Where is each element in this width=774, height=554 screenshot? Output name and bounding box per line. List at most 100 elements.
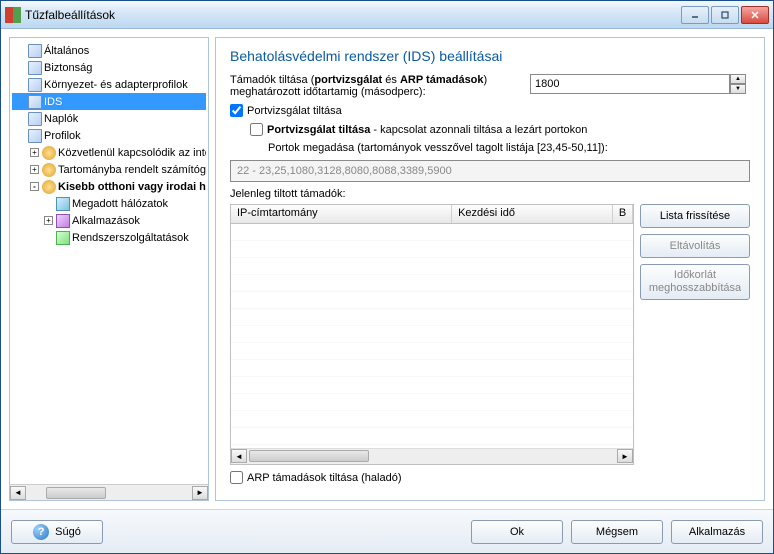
user-icon: [42, 180, 56, 194]
col-ip-range[interactable]: IP-címtartomány: [231, 205, 452, 223]
tree-item-label: Megadott hálózatok: [72, 198, 168, 210]
window-controls: [681, 6, 769, 24]
scroll-left-button[interactable]: ◄: [10, 486, 26, 500]
portscan-sub-block: Portvizsgálat tiltása - kapcsolat azonna…: [250, 123, 750, 154]
footer: ? Súgó Ok Mégsem Alkalmazás: [1, 509, 773, 553]
firewall-settings-window: Tűzfalbeállítások Általános Biztonság Körn…: [0, 0, 774, 554]
minimize-button[interactable]: [681, 6, 709, 24]
tree-expander[interactable]: +: [44, 216, 53, 225]
tree-item-label: Általános: [44, 45, 89, 57]
tree-item[interactable]: Megadott hálózatok: [12, 195, 206, 212]
tree-item-label: Profilok: [44, 130, 81, 142]
table-scroll-thumb[interactable]: [249, 450, 369, 462]
spin-up-button[interactable]: ▲: [730, 74, 746, 84]
apply-button[interactable]: Alkalmazás: [671, 520, 763, 544]
main-panel: Behatolásvédelmi rendszer (IDS) beállítá…: [215, 37, 765, 501]
ports-input[interactable]: [230, 160, 750, 182]
table-area: IP-címtartomány Kezdési idő B ◄ ►: [230, 204, 750, 465]
tree-item[interactable]: Profilok: [12, 127, 206, 144]
arp-block-label[interactable]: ARP támadások tiltása (haladó): [247, 472, 402, 484]
tree-item-label: Környezet- és adapterprofilok: [44, 79, 188, 91]
tree-item-label: Közvetlenül kapcsolódik az internethez: [58, 147, 206, 159]
scroll-track[interactable]: [26, 486, 192, 500]
titlebar[interactable]: Tűzfalbeállítások: [1, 1, 773, 29]
timeout-input[interactable]: [530, 74, 730, 94]
app-icon: [5, 7, 21, 23]
tree-item-label: Biztonság: [44, 62, 92, 74]
doc-icon: [28, 78, 42, 92]
maximize-button[interactable]: [711, 6, 739, 24]
blocked-table: IP-címtartomány Kezdési idő B ◄ ►: [230, 204, 634, 465]
help-button[interactable]: ? Súgó: [11, 520, 103, 544]
tree-item-label: Rendszerszolgáltatások: [72, 232, 189, 244]
doc-icon: [28, 61, 42, 75]
table-scroll-track[interactable]: [247, 449, 617, 464]
tree-expander[interactable]: +: [30, 148, 39, 157]
tree-item[interactable]: Biztonság: [12, 59, 206, 76]
refresh-list-button[interactable]: Lista frissítése: [640, 204, 750, 228]
timeout-spinner: ▲ ▼: [530, 74, 750, 94]
tree-item[interactable]: + Közvetlenül kapcsolódik az internethez: [12, 144, 206, 161]
doc-icon: [28, 44, 42, 58]
arp-block-checkbox[interactable]: [230, 471, 243, 484]
tree-item[interactable]: + Tartományba rendelt számítógép: [12, 161, 206, 178]
table-rows: [231, 224, 633, 448]
table-scroll-left[interactable]: ◄: [231, 449, 247, 463]
sidebar-hscrollbar[interactable]: ◄ ►: [10, 484, 208, 500]
app-icon: [56, 214, 70, 228]
portscan-block-checkbox[interactable]: [230, 104, 243, 117]
portscan-immediate-checkbox[interactable]: [250, 123, 263, 136]
col-start-time[interactable]: Kezdési idő: [452, 205, 613, 223]
tree-item[interactable]: Általános: [12, 42, 206, 59]
tree-item[interactable]: Környezet- és adapterprofilok: [12, 76, 206, 93]
scroll-right-button[interactable]: ►: [192, 486, 208, 500]
tree-item-label: Naplók: [44, 113, 78, 125]
help-icon: ?: [33, 524, 49, 540]
tree-item-label: Alkalmazások: [72, 215, 140, 227]
ports-hint: Portok megadása (tartományok vesszővel t…: [268, 142, 750, 154]
spin-down-button[interactable]: ▼: [730, 84, 746, 94]
tree-item[interactable]: - Kisebb otthoni vagy irodai hálózat: [12, 178, 206, 195]
table-side-buttons: Lista frissítése Eltávolítás Időkorlát m…: [640, 204, 750, 465]
remove-button[interactable]: Eltávolítás: [640, 234, 750, 258]
blocked-attackers-label: Jelenleg tiltott támadók:: [230, 188, 750, 200]
cancel-button[interactable]: Mégsem: [571, 520, 663, 544]
table-header: IP-címtartomány Kezdési idő B: [230, 204, 634, 224]
tree-item[interactable]: + Alkalmazások: [12, 212, 206, 229]
extend-timeout-button[interactable]: Időkorlát meghosszabbítása: [640, 264, 750, 300]
portscan-immediate-row: Portvizsgálat tiltása - kapcsolat azonna…: [250, 123, 750, 136]
tree-item-label: Kisebb otthoni vagy irodai hálózat: [58, 181, 206, 193]
window-title: Tűzfalbeállítások: [25, 8, 681, 22]
section-heading: Behatolásvédelmi rendszer (IDS) beállítá…: [230, 48, 750, 64]
table-scroll-right[interactable]: ►: [617, 449, 633, 463]
portscan-block-label[interactable]: Portvizsgálat tiltása: [247, 105, 342, 117]
tree-item-label: Tartományba rendelt számítógép: [58, 164, 206, 176]
user-icon: [42, 146, 56, 160]
net-icon: [56, 197, 70, 211]
doc-icon: [28, 95, 42, 109]
timeout-row: Támadók tiltása (portvizsgálat és ARP tá…: [230, 74, 750, 98]
portscan-immediate-label[interactable]: Portvizsgálat tiltása - kapcsolat azonna…: [267, 124, 587, 136]
portscan-checkbox-row: Portvizsgálat tiltása: [230, 104, 750, 117]
tree-item[interactable]: Rendszerszolgáltatások: [12, 229, 206, 246]
content-area: Általános Biztonság Környezet- és adapterp…: [1, 29, 773, 509]
nav-tree[interactable]: Általános Biztonság Környezet- és adapterp…: [10, 38, 208, 484]
tree-expander[interactable]: -: [30, 182, 39, 191]
tree-expander[interactable]: +: [30, 165, 39, 174]
scroll-thumb[interactable]: [46, 487, 106, 499]
doc-icon: [28, 129, 42, 143]
svc-icon: [56, 231, 70, 245]
sidebar: Általános Biztonság Környezet- és adapterp…: [9, 37, 209, 501]
table-hscrollbar[interactable]: ◄ ►: [231, 448, 633, 464]
tree-item[interactable]: Naplók: [12, 110, 206, 127]
close-button[interactable]: [741, 6, 769, 24]
col-b[interactable]: B: [613, 205, 633, 223]
table-body[interactable]: ◄ ►: [230, 224, 634, 465]
ok-button[interactable]: Ok: [471, 520, 563, 544]
tree-item[interactable]: IDS: [12, 93, 206, 110]
arp-checkbox-row: ARP támadások tiltása (haladó): [230, 471, 750, 484]
user-icon: [42, 163, 56, 177]
tree-item-label: IDS: [44, 96, 62, 108]
timeout-label: Támadók tiltása (portvizsgálat és ARP tá…: [230, 74, 530, 98]
doc-icon: [28, 112, 42, 126]
